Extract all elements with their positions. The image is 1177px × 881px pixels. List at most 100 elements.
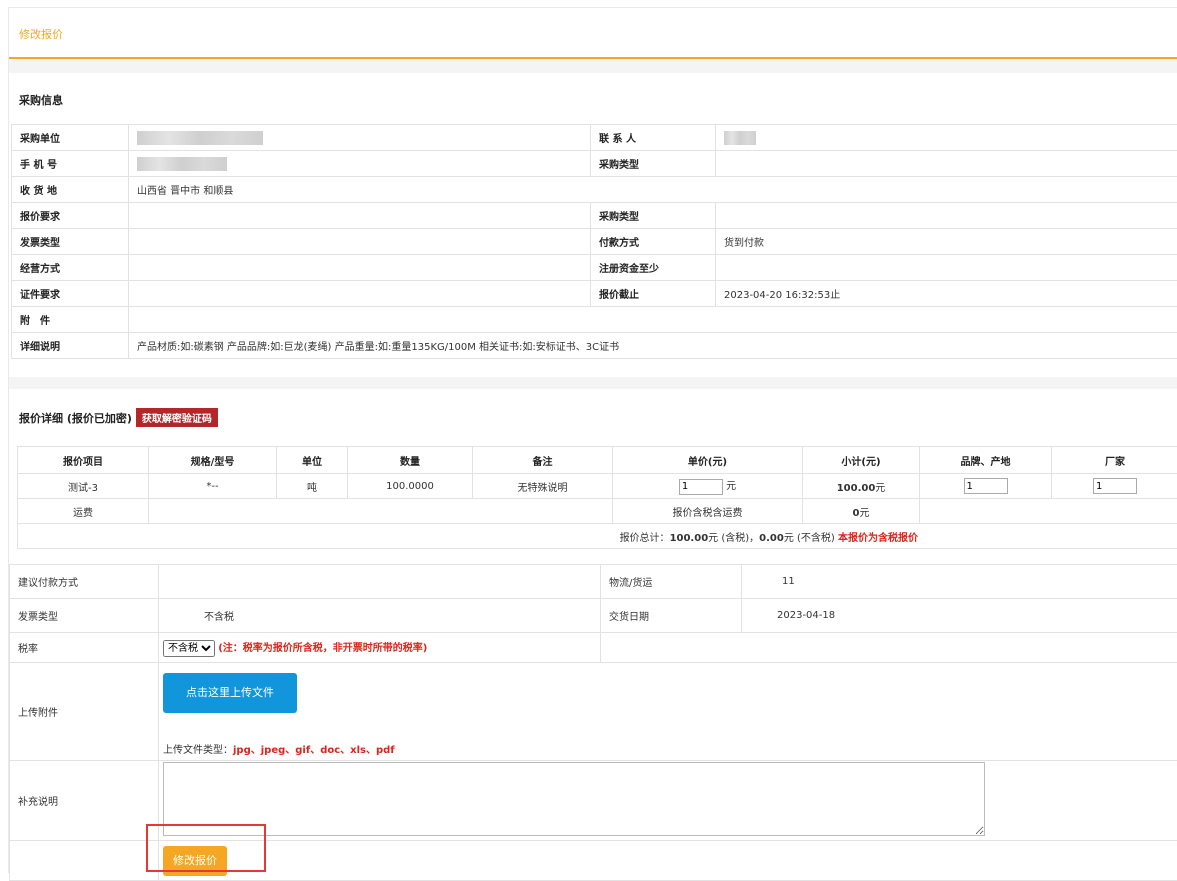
unit-price-unit: 元	[726, 481, 736, 492]
info-label: 附 件	[12, 307, 129, 333]
remark-textarea[interactable]	[163, 762, 985, 836]
freight-unit: 元	[859, 508, 869, 519]
logistics-label: 物流/货运	[601, 565, 742, 599]
subtotal-cell: 100.00元	[803, 474, 920, 499]
info-label: 注册资金至少	[591, 255, 716, 281]
freight-note: 报价含税含运费	[613, 499, 803, 524]
invoice-label: 发票类型	[10, 599, 159, 633]
quote-section-title: 报价详细 (报价已加密) 获取解密验证码	[19, 408, 218, 427]
submit-cell: 修改报价	[159, 841, 1177, 881]
column-header: 品牌、产地	[920, 447, 1052, 474]
maker-cell	[1052, 474, 1177, 499]
info-label: 采购类型	[591, 151, 716, 177]
tax-label: 税率	[10, 633, 159, 663]
info-value	[716, 125, 1177, 151]
item-unit: 吨	[277, 474, 348, 499]
info-value	[129, 307, 1177, 333]
info-label: 证件要求	[12, 281, 129, 307]
unit-price-input[interactable]	[679, 479, 723, 495]
filetype-prefix: 上传文件类型：	[163, 745, 233, 756]
freight-label: 运费	[18, 499, 149, 524]
item-name: 测试-3	[18, 474, 149, 499]
total-notax-text: 元 (不含税)	[784, 533, 835, 544]
table-row: 发票类型 付款方式货到付款	[12, 229, 1177, 255]
delivery-value: 2023-04-18	[742, 599, 1177, 633]
tax-rate-select[interactable]: 不含税	[163, 640, 215, 657]
subtotal-value: 100.00	[837, 483, 876, 494]
info-value	[129, 125, 591, 151]
column-header: 报价项目	[18, 447, 149, 474]
item-spec: *--	[149, 474, 277, 499]
info-label: 手 机 号	[12, 151, 129, 177]
info-label: 经营方式	[12, 255, 129, 281]
section-gap	[9, 377, 1177, 389]
logistics-value: 11	[742, 565, 1177, 599]
total-prefix: 报价总计：	[620, 533, 670, 544]
payment-label: 建议付款方式	[10, 565, 159, 599]
info-value	[716, 255, 1177, 281]
table-row: 证件要求报价截止2023-04-20 16:32:53止	[12, 281, 1177, 307]
purchase-section-title: 采购信息	[19, 92, 63, 108]
subtotal-unit: 元	[875, 483, 885, 494]
info-label: 发票类型	[12, 229, 129, 255]
total-notax-amount: 0.00	[759, 533, 784, 544]
info-label: 联 系 人	[591, 125, 716, 151]
table-row: 详细说明产品材质:如:碳素钢 产品品牌:如:巨龙(麦绳) 产品重量:如:重量13…	[12, 333, 1177, 359]
column-header: 单位	[277, 447, 348, 474]
info-label: 采购单位	[12, 125, 129, 151]
filetype-line: 上传文件类型：jpg、jpeg、gif、doc、xls、pdf	[163, 741, 1170, 756]
info-value: 货到付款	[716, 229, 1177, 255]
freight-value-cell: 0元	[803, 499, 920, 524]
info-label: 报价要求	[12, 203, 129, 229]
tax-included-note: 本报价为含税报价	[838, 533, 918, 544]
column-header: 数量	[348, 447, 473, 474]
info-label: 详细说明	[12, 333, 129, 359]
total-tax-text: 元 (含税)，	[708, 533, 759, 544]
table-row: 经营方式 注册资金至少	[12, 255, 1177, 281]
info-label: 收 货 地	[12, 177, 129, 203]
maker-input[interactable]	[1093, 478, 1137, 494]
decrypt-code-button[interactable]: 获取解密验证码	[136, 408, 218, 427]
info-value	[129, 229, 591, 255]
column-header: 小计(元)	[803, 447, 920, 474]
quote-detail-table: 报价项目规格/型号单位数量备注单价(元)小计(元)品牌、产地厂家 测试-3 *-…	[17, 446, 1177, 549]
column-header: 厂家	[1052, 447, 1177, 474]
table-row: 测试-3 *-- 吨 100.0000 无特殊说明 元 100.00元	[18, 474, 1177, 499]
info-value: 产品材质:如:碳素钢 产品品牌:如:巨龙(麦绳) 产品重量:如:重量135KG/…	[129, 333, 1177, 359]
tax-note: (注：税率为报价所含税，非开票时所带的税率)	[218, 643, 427, 654]
remark-label: 补充说明	[10, 761, 159, 841]
unit-price-cell: 元	[613, 474, 803, 499]
column-header: 规格/型号	[149, 447, 277, 474]
quote-title-text: 报价详细 (报价已加密)	[19, 410, 132, 426]
brand-cell	[920, 474, 1052, 499]
filetype-list: jpg、jpeg、gif、doc、xls、pdf	[233, 745, 395, 756]
remark-cell	[159, 761, 1177, 841]
delivery-label: 交货日期	[601, 599, 742, 633]
main-panel: 修改报价 采购信息 采购单位 联 系 人手 机 号 采购类型收 货 地山西省 晋中市…	[8, 7, 1177, 873]
item-qty: 100.0000	[348, 474, 473, 499]
table-row: 采购单位 联 系 人	[12, 125, 1177, 151]
total-row: 报价总计：100.00元 (含税)，0.00元 (不含税) 本报价为含税报价	[18, 524, 1177, 549]
quote-table-header: 报价项目规格/型号单位数量备注单价(元)小计(元)品牌、产地厂家	[18, 447, 1177, 474]
upload-label: 上传附件	[10, 663, 159, 761]
info-value	[129, 203, 591, 229]
page-header: 修改报价	[9, 8, 1177, 59]
info-value	[716, 203, 1177, 229]
total-tax-amount: 100.00	[670, 533, 709, 544]
info-label: 付款方式	[591, 229, 716, 255]
invoice-value: 不含税	[159, 599, 601, 633]
section-gap	[9, 59, 1177, 73]
column-header: 备注	[473, 447, 613, 474]
info-label: 报价截止	[591, 281, 716, 307]
redacted-value	[724, 131, 756, 145]
info-value: 山西省 晋中市 和顺县	[129, 177, 1177, 203]
upload-cell: 点击这里上传文件 上传文件类型：jpg、jpeg、gif、doc、xls、pdf	[159, 663, 1177, 761]
redacted-value	[137, 131, 263, 145]
brand-input[interactable]	[964, 478, 1008, 494]
info-value	[129, 281, 591, 307]
info-value	[129, 255, 591, 281]
redacted-value	[137, 157, 227, 171]
item-note: 无特殊说明	[473, 474, 613, 499]
upload-file-button[interactable]: 点击这里上传文件	[163, 673, 297, 713]
freight-row: 运费 报价含税含运费 0元	[18, 499, 1177, 524]
